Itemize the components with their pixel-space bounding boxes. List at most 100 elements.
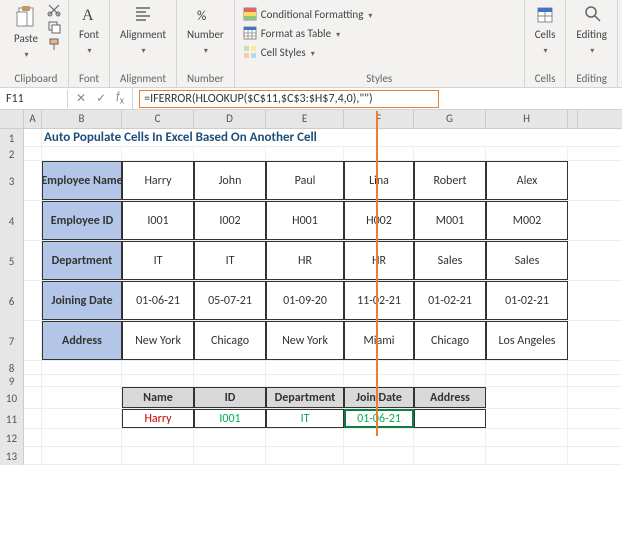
table-cell[interactable]: 01-02-21: [414, 281, 486, 320]
table-cell[interactable]: I002: [194, 201, 266, 240]
table-cell[interactable]: HR: [344, 241, 414, 280]
lookup-cell[interactable]: [414, 409, 486, 428]
number-btn-label: Number: [187, 28, 224, 41]
col-header[interactable]: F: [344, 110, 414, 128]
row-header[interactable]: 3: [0, 161, 24, 201]
table-cell[interactable]: New York: [122, 321, 194, 360]
table-cell[interactable]: Paul: [266, 161, 344, 200]
table-cell[interactable]: H002: [344, 201, 414, 240]
name-box[interactable]: F11: [0, 90, 68, 108]
chevron-down-icon: [203, 43, 208, 57]
chevron-down-icon: [589, 43, 594, 57]
col-header[interactable]: B: [42, 110, 122, 128]
alignment-button[interactable]: Alignment: [116, 2, 170, 59]
table-cell[interactable]: I001: [122, 201, 194, 240]
col-header[interactable]: C: [122, 110, 194, 128]
cancel-formula-icon[interactable]: ✕: [76, 91, 86, 106]
table-row-header: Joining Date: [42, 281, 122, 320]
table-cell[interactable]: HR: [266, 241, 344, 280]
conditional-formatting-button[interactable]: Conditional Formatting: [241, 6, 375, 22]
row-header[interactable]: 1: [0, 129, 24, 147]
page-title: Auto Populate Cells In Excel Based On An…: [42, 129, 504, 146]
row-header[interactable]: 8: [0, 361, 24, 375]
chevron-down-icon: [367, 8, 372, 21]
active-cell[interactable]: 01-06-21: [344, 409, 414, 428]
table-cell[interactable]: John: [194, 161, 266, 200]
cell-styles-button[interactable]: Cell Styles: [241, 44, 317, 60]
editing-group-label: Editing: [572, 72, 611, 87]
table-row-header: Department: [42, 241, 122, 280]
font-group: A Font Font: [69, 0, 110, 87]
table-cell[interactable]: 01-02-21: [486, 281, 568, 320]
table-cell[interactable]: M002: [486, 201, 568, 240]
row-header[interactable]: 12: [0, 429, 24, 447]
ribbon: Paste Clipboard A Font Font Alignment: [0, 0, 622, 88]
row-header[interactable]: 4: [0, 201, 24, 241]
table-cell[interactable]: IT: [122, 241, 194, 280]
table-cell[interactable]: Robert: [414, 161, 486, 200]
row-header[interactable]: 2: [0, 147, 24, 161]
col-header[interactable]: D: [194, 110, 266, 128]
column-headers: A B C D E F G H: [0, 110, 622, 129]
cut-icon[interactable]: [46, 2, 62, 18]
font-button[interactable]: A Font: [75, 2, 103, 59]
col-header[interactable]: [568, 110, 578, 128]
row-header[interactable]: 7: [0, 321, 24, 361]
table-cell[interactable]: Chicago: [414, 321, 486, 360]
alignment-group: Alignment Alignment: [110, 0, 177, 87]
svg-text:A: A: [82, 7, 94, 24]
select-all-corner[interactable]: [0, 110, 24, 128]
table-cell[interactable]: H001: [266, 201, 344, 240]
fx-icon[interactable]: fx: [116, 90, 124, 106]
format-painter-icon[interactable]: [46, 36, 62, 52]
table-cell[interactable]: 05-07-21: [194, 281, 266, 320]
table-cell[interactable]: IT: [194, 241, 266, 280]
table-cell[interactable]: Harry: [122, 161, 194, 200]
row-header[interactable]: 5: [0, 241, 24, 281]
col-header[interactable]: H: [486, 110, 568, 128]
row-header[interactable]: 6: [0, 281, 24, 321]
row-header[interactable]: 11: [0, 409, 24, 429]
lookup-cell[interactable]: Harry: [122, 409, 194, 428]
enter-formula-icon[interactable]: ✓: [96, 91, 106, 106]
table-cell[interactable]: 11-02-21: [344, 281, 414, 320]
table-cell[interactable]: Miami: [344, 321, 414, 360]
paste-button[interactable]: Paste: [10, 2, 42, 63]
table-cell[interactable]: 01-06-21: [122, 281, 194, 320]
lookup-cell[interactable]: I001: [194, 409, 266, 428]
lookup-header: ID: [194, 387, 266, 408]
table-cell[interactable]: Sales: [486, 241, 568, 280]
format-as-table-button[interactable]: Format as Table: [241, 25, 342, 41]
cells-btn-label: Cells: [535, 28, 556, 41]
table-cell[interactable]: New York: [266, 321, 344, 360]
alignment-group-label: Alignment: [116, 72, 170, 87]
table-cell[interactable]: 01-09-20: [266, 281, 344, 320]
table-cell[interactable]: Los Angeles: [486, 321, 568, 360]
col-header[interactable]: E: [266, 110, 344, 128]
table-cell[interactable]: Sales: [414, 241, 486, 280]
spreadsheet-grid[interactable]: A B C D E F G H 1 Auto Populate Cells In…: [0, 110, 622, 465]
formula-input[interactable]: =IFERROR(HLOOKUP($C$11,$C$3:$H$7,4,0),""…: [133, 88, 622, 110]
editing-button[interactable]: Editing: [572, 2, 611, 59]
clipboard-group-label: Clipboard: [10, 72, 62, 87]
table-cell[interactable]: Alex: [486, 161, 568, 200]
paste-label: Paste: [14, 32, 38, 45]
col-header[interactable]: A: [24, 110, 42, 128]
number-group-label: Number: [183, 72, 228, 87]
col-header[interactable]: G: [414, 110, 486, 128]
row-header[interactable]: 9: [0, 375, 24, 387]
lookup-header: Department: [266, 387, 344, 408]
row-header[interactable]: 13: [0, 447, 24, 465]
copy-icon[interactable]: [46, 19, 62, 35]
number-button[interactable]: % Number: [183, 2, 228, 59]
number-group: % Number Number: [177, 0, 235, 87]
table-cell[interactable]: Lina: [344, 161, 414, 200]
table-row-header: Employee Name: [42, 161, 122, 200]
cells-button[interactable]: Cells: [531, 2, 560, 59]
font-btn-label: Font: [79, 28, 99, 41]
lookup-cell[interactable]: IT: [266, 409, 344, 428]
row-header[interactable]: 10: [0, 387, 24, 409]
table-cell[interactable]: M001: [414, 201, 486, 240]
chevron-down-icon: [86, 43, 91, 57]
table-cell[interactable]: Chicago: [194, 321, 266, 360]
